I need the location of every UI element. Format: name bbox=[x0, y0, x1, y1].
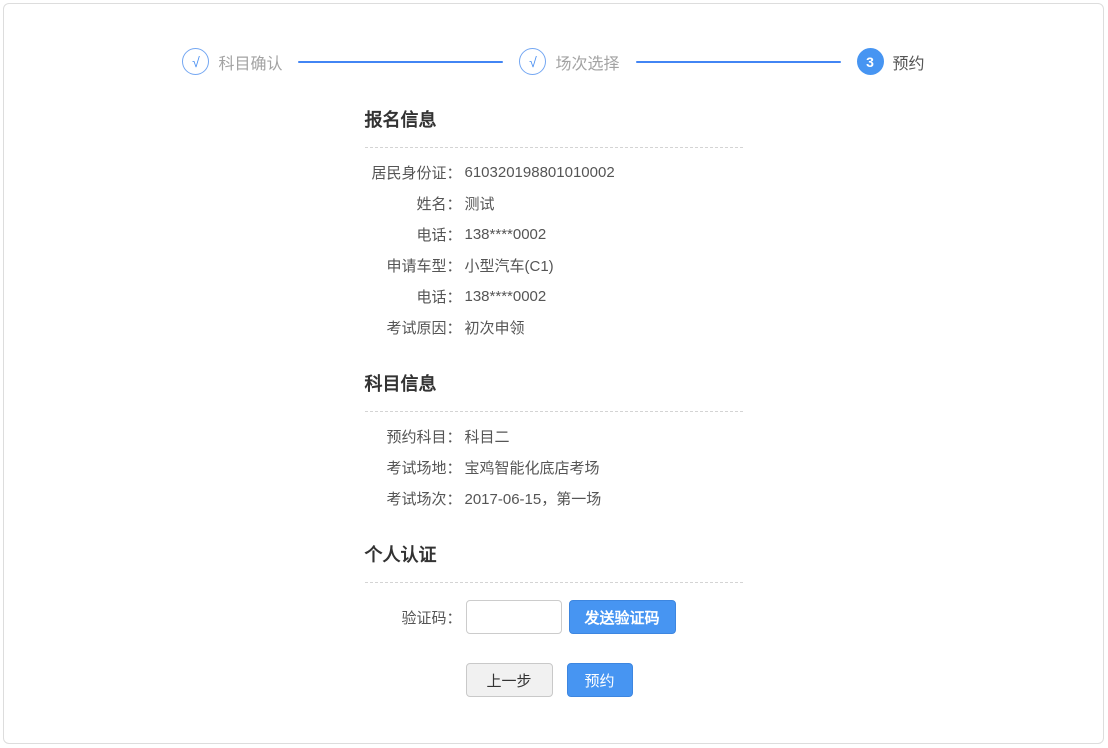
verification-code-label: 验证码： bbox=[365, 607, 462, 628]
info-value: 138****0002 bbox=[465, 288, 547, 305]
info-label: 考试原因： bbox=[365, 317, 462, 338]
info-row-exam-session: 考试场次： 2017-06-15，第一场 bbox=[365, 483, 743, 514]
info-value: 小型汽车(C1) bbox=[465, 255, 554, 276]
info-value: 宝鸡智能化底店考场 bbox=[465, 457, 600, 478]
step-subject-confirm-label: 科目确认 bbox=[218, 50, 282, 74]
info-row-exam-reason: 考试原因： 初次申领 bbox=[365, 312, 743, 343]
verification-code-row: 验证码： 发送验证码 bbox=[365, 583, 743, 634]
info-row-booked-subject: 预约科目： 科目二 bbox=[365, 421, 743, 452]
step-subject-confirm: √ 科目确认 bbox=[182, 48, 282, 75]
info-value: 2017-06-15，第一场 bbox=[465, 488, 602, 509]
step-appointment-label: 预约 bbox=[893, 50, 925, 74]
info-value: 初次申领 bbox=[465, 317, 525, 338]
info-row-name: 姓名： 测试 bbox=[365, 188, 743, 219]
content-column: 报名信息 居民身份证： 610320198801010002 姓名： 测试 电话… bbox=[365, 106, 743, 697]
info-value: 科目二 bbox=[465, 426, 510, 447]
info-label: 预约科目： bbox=[365, 426, 462, 447]
info-label: 考试场次： bbox=[365, 488, 462, 509]
personal-verification-title: 个人认证 bbox=[365, 541, 743, 583]
subject-info-section: 科目信息 预约科目： 科目二 考试场地： 宝鸡智能化底店考场 考试场次： 201… bbox=[365, 370, 743, 514]
stepper-connector-line bbox=[298, 61, 503, 63]
info-row-vehicle-type: 申请车型： 小型汽车(C1) bbox=[365, 250, 743, 281]
appointment-page: √ 科目确认 √ 场次选择 3 预约 报名信息 居民身份证： 610320198… bbox=[3, 3, 1104, 744]
info-value: 138****0002 bbox=[465, 226, 547, 243]
send-code-button[interactable]: 发送验证码 bbox=[569, 600, 676, 634]
info-row-phone: 电话： 138****0002 bbox=[365, 219, 743, 250]
info-row-exam-site: 考试场地： 宝鸡智能化底店考场 bbox=[365, 452, 743, 483]
step-session-select: √ 场次选择 bbox=[519, 48, 619, 75]
info-row-phone-2: 电话： 138****0002 bbox=[365, 281, 743, 312]
info-label: 申请车型： bbox=[365, 255, 462, 276]
info-label: 电话： bbox=[365, 286, 462, 307]
registration-info-rows: 居民身份证： 610320198801010002 姓名： 测试 电话： 138… bbox=[365, 148, 743, 343]
subject-info-rows: 预约科目： 科目二 考试场地： 宝鸡智能化底店考场 考试场次： 2017-06-… bbox=[365, 412, 743, 514]
info-label: 居民身份证： bbox=[365, 162, 462, 183]
info-label: 电话： bbox=[365, 224, 462, 245]
check-icon: √ bbox=[519, 48, 546, 75]
info-label: 考试场地： bbox=[365, 457, 462, 478]
personal-verification-section: 个人认证 验证码： 发送验证码 bbox=[365, 541, 743, 634]
registration-info-section: 报名信息 居民身份证： 610320198801010002 姓名： 测试 电话… bbox=[365, 106, 743, 343]
check-icon: √ bbox=[182, 48, 209, 75]
book-appointment-button[interactable]: 预约 bbox=[567, 663, 633, 697]
verification-code-input[interactable] bbox=[466, 600, 562, 634]
stepper-connector-line bbox=[636, 61, 841, 63]
info-value: 610320198801010002 bbox=[465, 164, 615, 181]
subject-info-title: 科目信息 bbox=[365, 370, 743, 412]
step-number-badge: 3 bbox=[857, 48, 884, 75]
bottom-actions: 上一步 预约 bbox=[466, 663, 743, 697]
wizard-stepper: √ 科目确认 √ 场次选择 3 预约 bbox=[4, 4, 1103, 75]
step-appointment: 3 预约 bbox=[857, 48, 925, 75]
info-label: 姓名： bbox=[365, 193, 462, 214]
previous-step-button[interactable]: 上一步 bbox=[466, 663, 553, 697]
info-row-id-number: 居民身份证： 610320198801010002 bbox=[365, 157, 743, 188]
registration-info-title: 报名信息 bbox=[365, 106, 743, 148]
info-value: 测试 bbox=[465, 193, 495, 214]
step-session-select-label: 场次选择 bbox=[555, 50, 619, 74]
